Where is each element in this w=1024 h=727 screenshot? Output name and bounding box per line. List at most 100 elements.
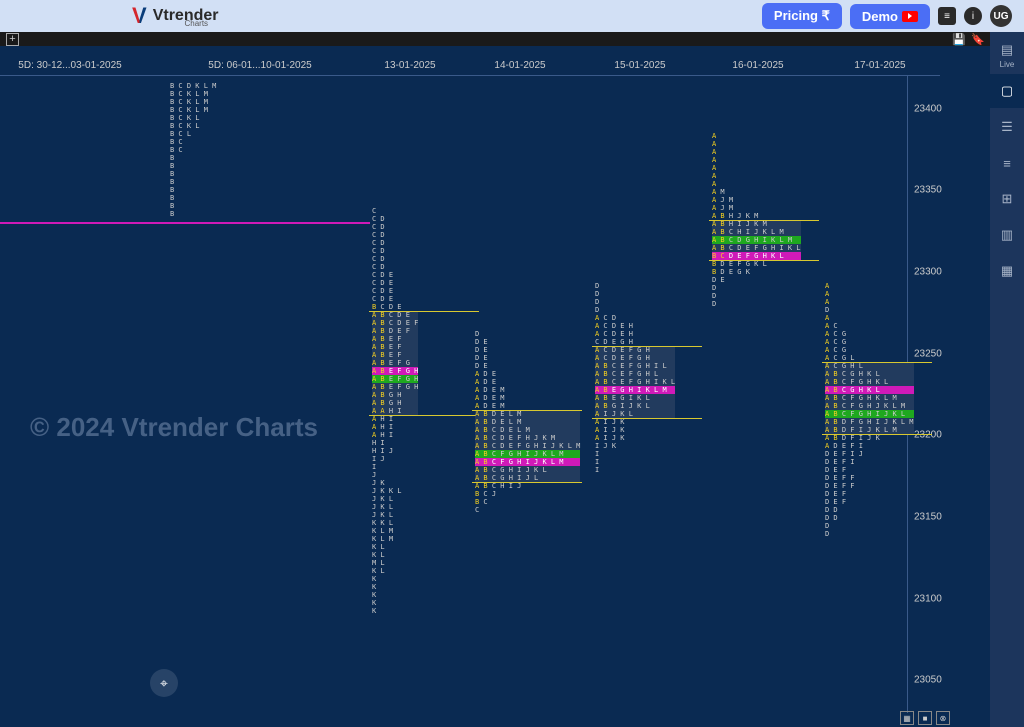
tpo-row: D — [475, 330, 580, 338]
tpo-row: A D E — [475, 378, 580, 386]
tpo-row: A B D E L M — [475, 410, 580, 418]
price-axis: 2305023100231502320023250233002335023400 — [907, 76, 955, 713]
tpo-row: D — [595, 290, 675, 298]
sidebar-columns[interactable]: ▥ — [990, 218, 1024, 252]
tpo-row: A B E F G H — [372, 367, 418, 375]
tpo-row: B C K L M — [170, 106, 216, 114]
tpo-row: I J — [372, 455, 418, 463]
tpo-row: J K K L — [372, 487, 418, 495]
tpo-row: D — [595, 306, 675, 314]
tpo-profile: DDDDA C DA C D E HA C D E H C D E G HA C… — [595, 282, 675, 474]
tpo-row: A — [712, 132, 801, 140]
sidebar-panel-1[interactable]: ▢ — [990, 74, 1024, 108]
tpo-row: C D E G H — [595, 338, 675, 346]
chart-canvas[interactable]: + 💾 🔖 5D: 30-12...03-01-20255D: 06-01...… — [0, 32, 990, 727]
tpo-row: A B C E F G H I K L — [595, 378, 675, 386]
close-icon[interactable]: ⊗ — [936, 711, 950, 725]
tpo-row: B C K L — [170, 122, 216, 130]
tpo-row: A B D F I J K L M — [825, 426, 914, 434]
tpo-row: A D E M — [475, 394, 580, 402]
sidebar-grid[interactable]: ⊞ — [990, 182, 1024, 216]
tpo-row: A — [712, 180, 801, 188]
menu-icon[interactable]: ≡ — [938, 7, 956, 25]
tpo-profile: AAADAA CA C GA C GA C GA C G LA C G H LA… — [825, 282, 914, 538]
sidebar-apps[interactable]: ▦ — [990, 254, 1024, 288]
price-tick: 23150 — [914, 512, 942, 523]
tpo-row: A B C F G H J K L M — [825, 402, 914, 410]
tpo-row: K L M — [372, 527, 418, 535]
tpo-row: A B C D E F G H I J K L M — [475, 442, 580, 450]
pricing-button[interactable]: Pricing ₹ — [762, 3, 842, 29]
tpo-row: K — [372, 575, 418, 583]
tpo-row: A B D E L M — [475, 418, 580, 426]
tpo-profile: DD ED ED ED EA D EA D EA D E MA D E MA D… — [475, 330, 580, 514]
tpo-row: A B G I J K L — [595, 402, 675, 410]
price-tick: 23350 — [914, 185, 942, 196]
tpo-row: A B C F G H I J K L M — [475, 450, 580, 458]
tpo-row: A — [712, 140, 801, 148]
tpo-row: A B H J K M — [712, 212, 801, 220]
tpo-row: A B D E F — [372, 327, 418, 335]
watermark: © 2024 Vtrender Charts — [30, 412, 318, 443]
tpo-row: D E F I — [825, 458, 914, 466]
crosshair-button[interactable]: ⌖ — [150, 669, 178, 697]
tpo-row: B — [170, 170, 216, 178]
bookmark-icon[interactable]: 🔖 — [971, 33, 984, 46]
tpo-row: A A H I — [372, 407, 418, 415]
date-tick: 5D: 06-01...10-01-2025 — [208, 60, 311, 71]
demo-button[interactable]: Demo — [850, 4, 930, 29]
tpo-row: K L — [372, 551, 418, 559]
sidebar-list[interactable]: ☰ — [990, 110, 1024, 144]
tpo-row: B D E G K — [712, 268, 801, 276]
date-tick: 14-01-2025 — [494, 60, 545, 71]
right-sidebar: ▤ Live ▢ ☰ ≡ ⊞ ▥ ▦ — [990, 32, 1024, 727]
tpo-row: A B E G H I K L M — [595, 386, 675, 394]
date-axis: 5D: 30-12...03-01-20255D: 06-01...10-01-… — [0, 60, 940, 76]
tpo-row: D E — [712, 276, 801, 284]
tpo-row: A D E F I — [825, 442, 914, 450]
tpo-row: I — [595, 458, 675, 466]
date-tick: 16-01-2025 — [732, 60, 783, 71]
tpo-row: C D — [372, 263, 418, 271]
tpo-row: D E — [475, 338, 580, 346]
tpo-row: A B C G H K L — [825, 370, 914, 378]
save-icon[interactable]: 💾 — [952, 33, 965, 46]
tpo-row: C D E — [372, 287, 418, 295]
tpo-row: C D — [372, 247, 418, 255]
tpo-row: A H I — [372, 423, 418, 431]
tpo-row: A B C E F G H I L — [595, 362, 675, 370]
tpo-row: A C G — [825, 330, 914, 338]
tpo-row: K L — [372, 543, 418, 551]
tpo-row: B — [170, 186, 216, 194]
list-icon: ☰ — [999, 119, 1015, 135]
tpo-row: A B C E F G H L — [595, 370, 675, 378]
document-icon: ▤ — [999, 42, 1015, 58]
tpo-row: B C — [475, 498, 580, 506]
sidebar-rows[interactable]: ≡ — [990, 146, 1024, 180]
tpo-row: A H I — [372, 431, 418, 439]
tpo-row: D — [595, 298, 675, 306]
tpo-row: D E F F — [825, 482, 914, 490]
price-tick: 23300 — [914, 267, 942, 278]
tpo-row: A B G H — [372, 391, 418, 399]
tpo-row: B — [170, 210, 216, 218]
tpo-row: A I J K — [595, 426, 675, 434]
tpo-row: A — [712, 172, 801, 180]
tpo-row: A B C D E F H J K M — [475, 434, 580, 442]
tpo-row: A C G L — [825, 354, 914, 362]
add-icon[interactable]: + — [6, 33, 19, 46]
tpo-row: B — [170, 178, 216, 186]
tpo-row: A B E F G H — [372, 383, 418, 391]
rec-icon[interactable]: ■ — [918, 711, 932, 725]
tpo-row: I J K — [595, 442, 675, 450]
tpo-row: A B D F G H I J K L M — [825, 418, 914, 426]
tpo-row: B C K L M — [170, 90, 216, 98]
tpo-row: I — [372, 463, 418, 471]
sidebar-live[interactable]: ▤ Live — [990, 38, 1024, 72]
info-icon[interactable]: i — [964, 7, 982, 25]
tpo-row: A B E F G H — [372, 375, 418, 383]
avatar[interactable]: UG — [990, 5, 1012, 27]
tpo-row: K — [372, 607, 418, 615]
brand-logo[interactable]: V Vtrender Charts — [132, 3, 208, 29]
grid-icon[interactable]: ▦ — [900, 711, 914, 725]
